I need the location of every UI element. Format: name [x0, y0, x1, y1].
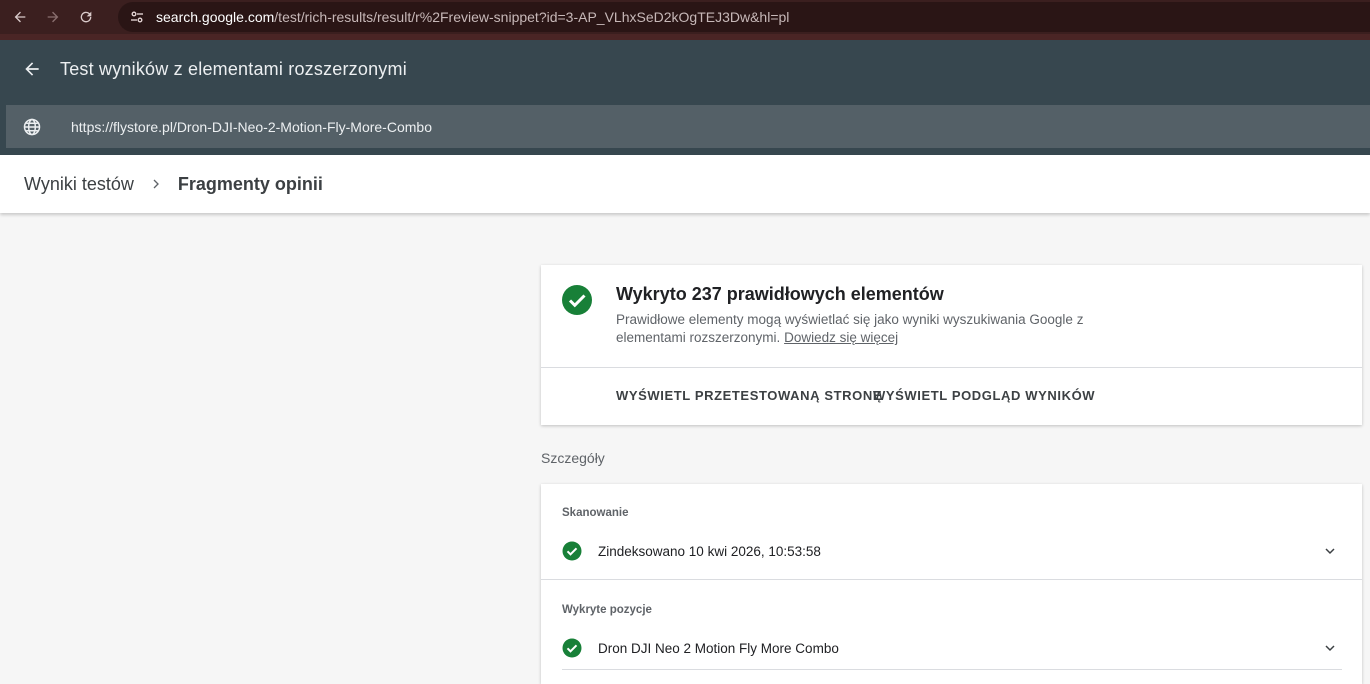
crawl-status: Zindeksowano 10 kwi 2026, 10:53:58: [598, 543, 821, 559]
back-arrow-icon[interactable]: [18, 55, 46, 83]
summary-title: Wykryto 237 prawidłowych elementów: [616, 284, 944, 304]
globe-icon: [20, 115, 44, 139]
tested-url-bar[interactable]: https://flystore.pl/Dron-DJI-Neo-2-Motio…: [6, 105, 1370, 148]
site-settings-icon[interactable]: [122, 2, 152, 32]
breadcrumb-current: Fragmenty opinii: [177, 173, 323, 194]
summary-card: Wykryto 237 prawidłowych elementów Prawi…: [541, 265, 1362, 425]
browser-forward-icon[interactable]: [40, 4, 66, 30]
crawl-section-label: Skanowanie: [562, 507, 629, 519]
breadcrumb-parent[interactable]: Wyniki testów: [24, 174, 134, 195]
browser-address-bar[interactable]: search.google.com/test/rich-results/resu…: [118, 2, 1370, 32]
browser-back-icon[interactable]: [7, 4, 33, 30]
browser-url: search.google.com/test/rich-results/resu…: [156, 9, 789, 25]
check-circle-icon: [562, 638, 582, 658]
summary-description: Prawidłowe elementy mogą wyświetlać się …: [616, 311, 1096, 347]
app-header: Test wyników z elementami rozszerzonymi …: [0, 34, 1370, 155]
url-path: /test/rich-results/result/r%2Freview-sni…: [274, 9, 790, 25]
url-host: search.google.com: [156, 9, 275, 25]
browser-toolbar: search.google.com/test/rich-results/resu…: [0, 0, 1370, 34]
check-circle-icon: [562, 285, 592, 315]
section-divider: [541, 579, 1362, 580]
chevron-down-icon[interactable]: [1318, 636, 1342, 660]
card-divider: [541, 367, 1362, 368]
detected-item-row[interactable]: Dron DJI Neo 2 Motion Fly More Combo: [562, 636, 1342, 660]
detected-item-name: Dron DJI Neo 2 Motion Fly More Combo: [598, 640, 839, 656]
tested-url: https://flystore.pl/Dron-DJI-Neo-2-Motio…: [71, 118, 432, 135]
details-card: Skanowanie Zindeksowano 10 kwi 2026, 10:…: [541, 484, 1362, 684]
app-title: Test wyników z elementami rozszerzonymi: [60, 58, 407, 79]
view-tested-page-button[interactable]: WYŚWIETL PRZETESTOWANĄ STRONĘ: [616, 388, 882, 403]
chevron-right-icon: [148, 176, 164, 192]
check-circle-icon: [562, 541, 582, 561]
row-divider: [562, 669, 1342, 670]
view-search-preview-button[interactable]: WYŚWIETL PODGLĄD WYNIKÓW: [873, 388, 1095, 403]
browser-reload-icon[interactable]: [73, 4, 99, 30]
header-row: Test wyników z elementami rozszerzonymi: [0, 52, 1370, 86]
chevron-down-icon[interactable]: [1318, 539, 1342, 563]
detected-items-label: Wykryte pozycje: [562, 604, 652, 616]
crawl-row[interactable]: Zindeksowano 10 kwi 2026, 10:53:58: [562, 539, 1342, 563]
breadcrumb: Wyniki testów Fragmenty opinii: [0, 155, 1370, 213]
details-heading: Szczegóły: [541, 450, 605, 466]
learn-more-link[interactable]: Dowiedz się więcej: [784, 330, 898, 345]
